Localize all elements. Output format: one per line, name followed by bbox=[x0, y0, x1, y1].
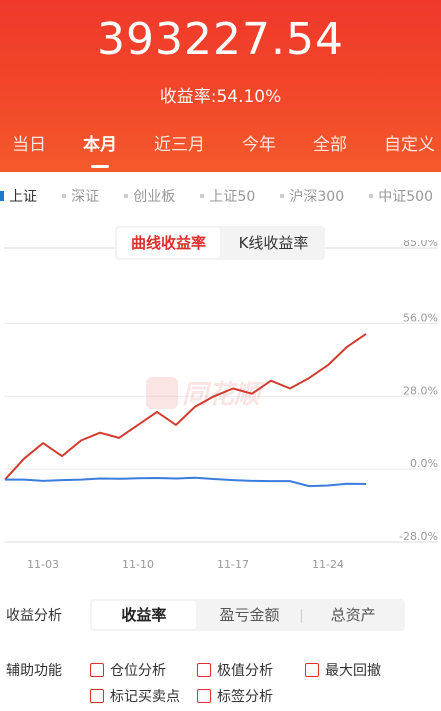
option-tag-analysis[interactable]: 标签分析 bbox=[197, 686, 273, 706]
option-label: 仓位分析 bbox=[110, 663, 166, 679]
tab-custom[interactable]: 自定义 bbox=[382, 128, 437, 164]
aux-label: 辅助功能 bbox=[6, 663, 62, 679]
option-position-analysis[interactable]: 仓位分析 bbox=[90, 660, 166, 680]
y-tick-label: 0.0% bbox=[410, 457, 438, 470]
tab-this-year[interactable]: 今年 bbox=[240, 128, 278, 164]
dot-icon bbox=[369, 194, 374, 198]
period-tabs: 当日 本月 近三月 今年 全部 自定义 bbox=[0, 128, 441, 168]
index-label: 创业板 bbox=[133, 189, 176, 205]
dot-icon bbox=[280, 194, 285, 198]
option-extreme-analysis[interactable]: 极值分析 bbox=[197, 660, 273, 680]
tab-profit-loss[interactable]: 盈亏金额 bbox=[198, 601, 302, 629]
y-tick-label: 85.0% bbox=[403, 240, 438, 249]
x-tick-label: 11-03 bbox=[27, 558, 59, 571]
index-shanghai[interactable]: 上证 bbox=[0, 186, 37, 206]
x-tick-label: 11-24 bbox=[312, 558, 344, 571]
kline-return-button[interactable]: K线收益率 bbox=[222, 226, 325, 260]
y-tick-label: 56.0% bbox=[403, 311, 438, 324]
total-assets: 393227.54 bbox=[97, 14, 344, 65]
dot-icon bbox=[200, 194, 205, 198]
index-label: 上证50 bbox=[209, 189, 256, 205]
index-return-line bbox=[5, 476, 367, 488]
curve-return-button[interactable]: 曲线收益率 bbox=[117, 228, 220, 258]
active-marker-icon bbox=[0, 191, 4, 201]
checkbox-icon bbox=[90, 689, 104, 703]
dot-icon bbox=[124, 194, 129, 198]
option-mark-trades[interactable]: 标记买卖点 bbox=[90, 686, 180, 706]
y-tick-label: 28.0% bbox=[403, 384, 438, 397]
return-rate: 收益率:54.10% bbox=[159, 87, 282, 107]
x-tick-label: 11-17 bbox=[217, 558, 249, 571]
checkbox-icon bbox=[90, 663, 104, 677]
analysis-tabs: 收益率 盈亏金额 总资产 bbox=[90, 599, 405, 631]
index-csi300[interactable]: 沪深300 bbox=[280, 186, 344, 206]
index-label: 沪深300 bbox=[289, 189, 345, 205]
tab-return-rate[interactable]: 收益率 bbox=[92, 601, 196, 629]
index-label: 深证 bbox=[71, 189, 100, 205]
y-tick-label: -28.0% bbox=[399, 530, 438, 543]
index-shenzhen[interactable]: 深证 bbox=[62, 186, 99, 206]
brand-watermark: 同花顺 bbox=[146, 374, 260, 411]
x-tick-label: 11-10 bbox=[122, 558, 154, 571]
tab-this-month[interactable]: 本月 bbox=[81, 128, 119, 168]
checkbox-icon bbox=[197, 663, 211, 677]
tab-total-assets[interactable]: 总资产 bbox=[301, 601, 405, 629]
checkbox-icon bbox=[197, 689, 211, 703]
index-chinext[interactable]: 创业板 bbox=[124, 186, 175, 206]
brand-watermark-text: 同花顺 bbox=[182, 380, 261, 410]
option-label: 标记买卖点 bbox=[110, 689, 180, 705]
analysis-label: 收益分析 bbox=[6, 608, 62, 624]
dot-icon bbox=[62, 194, 67, 198]
index-csi500[interactable]: 中证500 bbox=[369, 186, 433, 206]
tab-today[interactable]: 当日 bbox=[10, 128, 48, 164]
index-sse50[interactable]: 上证50 bbox=[200, 186, 255, 206]
summary-header: 393227.54 收益率:54.10% 当日 本月 近三月 今年 全部 自定义 bbox=[0, 0, 441, 172]
tab-all[interactable]: 全部 bbox=[311, 128, 349, 164]
option-label: 极值分析 bbox=[217, 663, 273, 679]
option-max-drawdown[interactable]: 最大回撤 bbox=[305, 660, 381, 680]
tab-last-three-months[interactable]: 近三月 bbox=[152, 128, 207, 164]
checkbox-icon bbox=[305, 663, 319, 677]
brand-logo-icon bbox=[146, 376, 178, 409]
chart-type-toggle: 曲线收益率 K线收益率 bbox=[115, 226, 325, 260]
index-selector: 上证 深证 创业板 上证50 沪深300 中证500 bbox=[0, 182, 441, 210]
index-label: 中证500 bbox=[378, 189, 433, 205]
option-label: 标签分析 bbox=[217, 689, 273, 705]
option-label: 最大回撤 bbox=[325, 663, 381, 679]
index-label: 上证 bbox=[9, 189, 37, 205]
